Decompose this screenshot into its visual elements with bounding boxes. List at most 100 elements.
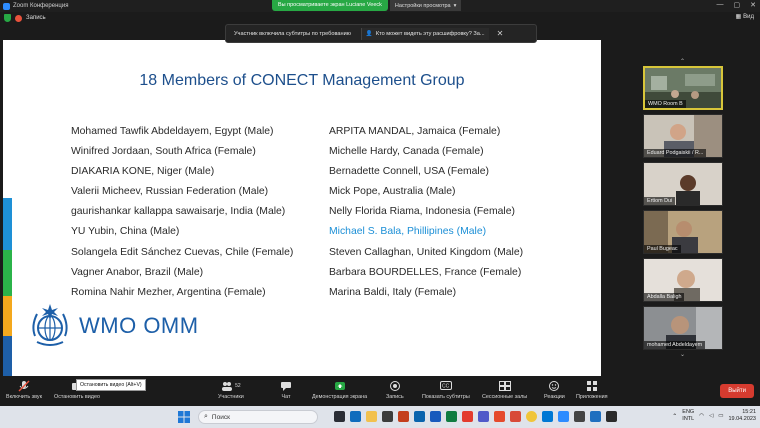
chrome-icon[interactable] [526, 411, 537, 422]
participant-tile[interactable]: Abdalla Baligh [643, 258, 723, 302]
captions-icon: CC [439, 380, 452, 391]
share-screen-button[interactable]: Демонстрация экрана [312, 380, 367, 400]
scroll-up-icon[interactable]: ⌃ [680, 58, 685, 65]
member-entry: Bernadette Connell, USA (Female) [329, 166, 489, 178]
show-captions-button[interactable]: CC Показать субтитры [422, 380, 470, 400]
stripe-green [3, 250, 12, 296]
svg-text:CC: CC [442, 384, 450, 390]
windows-taskbar: ⌕ Поиск ⌃ ENG INTL ◠ ◁ ▭ 15:21 19.04.202… [0, 406, 760, 428]
view-options-button[interactable]: Настройки просмотра ▾ [389, 0, 462, 11]
chevron-up-icon[interactable]: ⌃ [672, 413, 677, 420]
members-left-column: Mohamed Tawfik Abdeldayem, Egypt (Male) … [71, 122, 293, 303]
share-banner: Вы просматриваете экран Luciane Veeck На… [272, 0, 462, 11]
participant-tile[interactable]: mohamed Abdeldayem [643, 306, 723, 350]
breakout-rooms-button[interactable]: Сессионные залы [482, 380, 527, 400]
edge-icon[interactable] [350, 411, 361, 422]
app-icon[interactable] [510, 411, 521, 422]
zoom-taskbar-icon[interactable] [558, 411, 569, 422]
stripe-navy [3, 336, 12, 376]
scroll-down-icon[interactable]: ⌄ [680, 351, 685, 358]
wifi-icon[interactable]: ◠ [699, 413, 704, 419]
minimize-button[interactable]: — [717, 1, 724, 9]
member-entry: ARPITA MANDAL, Jamaica (Female) [329, 126, 501, 137]
participant-tile[interactable]: Paul Bugeac [643, 210, 723, 254]
reactions-button[interactable]: Реакции [544, 380, 565, 400]
maximize-button[interactable]: ▢ [734, 1, 741, 9]
member-entry: Vagner Anabor, Brazil (Male) [71, 266, 204, 278]
participant-tile[interactable]: Eduard Podgaiskii / R... [643, 114, 723, 158]
outlook-icon[interactable] [414, 411, 425, 422]
show-captions-label: Показать субтитры [422, 394, 470, 400]
windows-start-icon[interactable] [178, 411, 190, 423]
record-icon [389, 380, 401, 391]
leave-button[interactable]: Выйти [720, 384, 754, 398]
store-icon[interactable] [382, 411, 393, 422]
app-icon[interactable] [606, 411, 617, 422]
speaker-icon[interactable]: ◁ [709, 413, 713, 419]
language-indicator[interactable]: ENG INTL [682, 409, 694, 423]
logo-text: WMO OMM [79, 313, 199, 338]
close-icon[interactable]: ✕ [497, 29, 504, 38]
apps-button[interactable]: Приложения [576, 380, 608, 400]
participant-tile[interactable]: WMO Room B [643, 66, 723, 110]
search-label: Поиск [211, 413, 230, 421]
clock[interactable]: 15:21 19.04.2023 [728, 409, 756, 423]
teams-icon[interactable] [478, 411, 489, 422]
record-button[interactable]: Запись [386, 380, 404, 400]
participant-name: mohamed Abdeldayem [644, 341, 706, 349]
search-box[interactable]: ⌕ Поиск [198, 410, 318, 424]
stripe-orange [3, 296, 12, 336]
muted-mic-icon [18, 380, 30, 391]
view-options-label: Настройки просмотра [394, 2, 451, 9]
stop-video-label: Остановить видео [54, 394, 100, 400]
participant-name: Ertiom Dui [644, 197, 676, 205]
mail-icon[interactable] [542, 411, 553, 422]
member-entry-highlighted: Michael S. Bala, Phillipines (Male) [329, 226, 487, 238]
record-label: Запись [386, 394, 404, 400]
view-button[interactable]: ▦ Вид [735, 13, 754, 21]
member-entry: Marina Baldi, Italy (Female) [329, 286, 457, 298]
who-can-see-button[interactable]: 👤 Кто может видеть эту расшифровку? За..… [360, 27, 489, 40]
chat-label: Чат [281, 394, 291, 400]
opera-icon[interactable] [462, 411, 473, 422]
slide-title: 18 Members of CONECT Management Group [139, 72, 465, 89]
window-controls: — ▢ ✕ [717, 1, 757, 9]
wmo-emblem-icon [32, 304, 68, 346]
tooltip: Остановить видео (Alt+V) [76, 379, 146, 391]
stripe-blue [3, 198, 12, 250]
close-button[interactable]: ✕ [750, 1, 756, 9]
file-explorer-icon[interactable] [366, 411, 377, 422]
who-can-see-label: Кто может видеть эту расшифровку? За... [375, 30, 485, 37]
powerpoint-icon[interactable] [398, 411, 409, 422]
chevron-down-icon: ▾ [453, 2, 457, 9]
app-icon[interactable] [574, 411, 585, 422]
security-shield-icon[interactable] [4, 14, 11, 22]
word-icon[interactable] [430, 411, 441, 422]
participants-button[interactable]: 52 Участники [218, 380, 244, 400]
battery-icon[interactable]: ▭ [718, 413, 723, 419]
captions-notice-bar: Участник включила субтитры по требованию… [225, 24, 537, 43]
participant-tile[interactable]: Ertiom Dui [643, 162, 723, 206]
app-icon[interactable] [590, 411, 601, 422]
unmute-label: Включить звук [6, 394, 42, 400]
member-entry: Romina Nahir Mezher, Argentina (Female) [71, 286, 266, 298]
participants-label: Участники [218, 394, 244, 400]
meeting-info: Запись [4, 14, 46, 22]
viewing-screen-label: Вы просматриваете экран Luciane Veeck [272, 0, 388, 11]
excel-icon[interactable] [446, 411, 457, 422]
member-entry: Winifred Jordaan, South Africa (Female) [71, 146, 256, 158]
zoom-window: Zoom Конференция — ▢ ✕ Вы просматриваете… [0, 0, 760, 428]
grid-icon: ▦ [735, 14, 742, 20]
member-entry: Valerii Micheev, Russian Federation (Mal… [71, 186, 269, 198]
task-view-icon[interactable] [334, 411, 345, 422]
unmute-button[interactable]: Включить звук [6, 380, 42, 400]
adobe-icon[interactable] [494, 411, 505, 422]
chat-icon [280, 380, 292, 391]
language-code: ENG [682, 409, 695, 415]
members-right-column: ARPITA MANDAL, Jamaica (Female) Michelle… [329, 122, 523, 303]
shared-screen: 18 Members of CONECT Management Group Mo… [3, 40, 601, 376]
member-entry: Steven Callaghan, United Kingdom (Male) [329, 246, 524, 258]
share-screen-icon [334, 380, 346, 391]
member-entry: YU Yubin, China (Male) [71, 226, 180, 238]
chat-button[interactable]: Чат [280, 380, 292, 400]
